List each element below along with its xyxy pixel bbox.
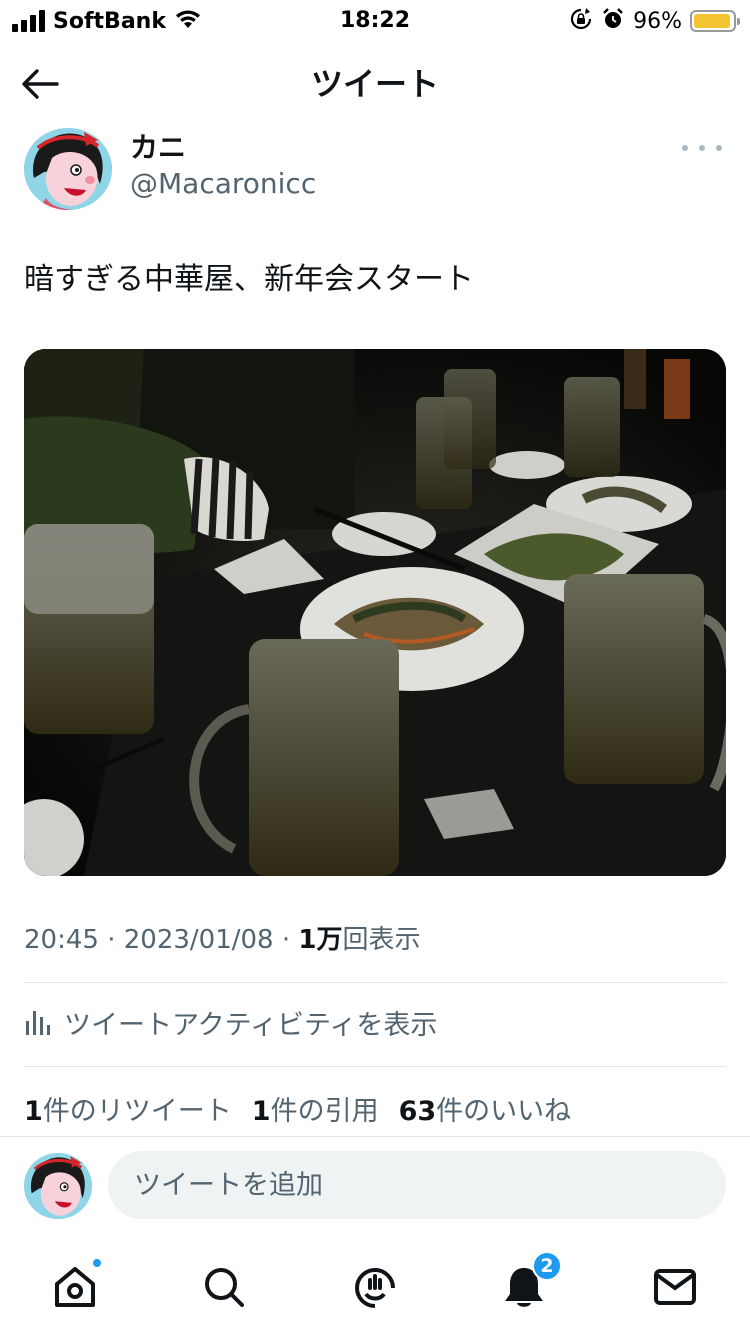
tab-spaces[interactable]	[345, 1259, 405, 1315]
alarm-icon	[601, 7, 625, 35]
reply-input[interactable]	[108, 1151, 726, 1219]
battery-icon	[690, 10, 740, 32]
likes-count: 63	[398, 1095, 437, 1127]
retweets-count: 1	[24, 1095, 43, 1127]
tweet-photo[interactable]	[24, 349, 726, 876]
author-avatar[interactable]	[24, 128, 112, 210]
meta-separator: ·	[281, 925, 291, 955]
battery-level	[694, 14, 731, 28]
status-bar-right: 96%	[569, 6, 740, 36]
tweet-date: 2023/01/08	[123, 925, 274, 955]
retweets-stat[interactable]: 1件のリツイート	[24, 1089, 232, 1128]
reply-bar	[0, 1137, 750, 1237]
tweet-stats: 1件のリツイート 1件の引用 63件のいいね	[24, 1086, 571, 1130]
header: ツイート	[0, 42, 750, 128]
spaces-icon	[355, 1268, 395, 1308]
status-bar: SoftBank 18:22 96%	[0, 0, 750, 42]
home-notification-dot	[91, 1257, 103, 1269]
tab-messages[interactable]	[645, 1259, 705, 1315]
quotes-label: 件の引用	[270, 1095, 379, 1127]
tab-search[interactable]	[194, 1259, 254, 1315]
bar-chart-icon	[26, 1011, 50, 1035]
page-title: ツイート	[310, 65, 439, 103]
more-horizontal-icon	[682, 145, 688, 151]
tweet-time: 20:45	[24, 925, 99, 955]
meta-separator: ·	[107, 925, 116, 955]
author-name[interactable]: カニ	[130, 130, 186, 166]
activity-label: ツイートアクティビティを表示	[64, 1009, 438, 1041]
notifications-badge: 2	[532, 1251, 562, 1281]
more-options-button[interactable]	[682, 136, 722, 160]
tweet-text: 暗すぎる中華屋、新年会スタート	[24, 262, 474, 297]
quotes-stat[interactable]: 1件の引用	[252, 1089, 379, 1128]
search-icon	[205, 1268, 244, 1307]
tab-bar: 2	[0, 1237, 750, 1334]
likes-stat[interactable]: 63件のいいね	[399, 1089, 572, 1128]
likes-label: 件のいいね	[436, 1095, 572, 1127]
more-dot	[716, 145, 722, 151]
user-avatar[interactable]	[24, 1153, 92, 1219]
tweet-meta: 20:45 · 2023/01/08 · 1万回表示	[24, 920, 421, 960]
views-label: 回表示	[342, 925, 421, 955]
divider	[24, 1066, 726, 1067]
more-dot	[699, 145, 705, 151]
divider	[24, 982, 726, 983]
messages-icon	[654, 1269, 696, 1305]
tab-notifications[interactable]: 2	[494, 1251, 562, 1315]
home-icon	[55, 1267, 95, 1307]
views-count: 1万	[298, 925, 343, 955]
author-handle[interactable]: @Macaronicc	[130, 166, 316, 202]
retweets-label: 件のリツイート	[42, 1095, 232, 1127]
tweet-activity-link[interactable]: ツイートアクティビティを表示	[24, 1000, 437, 1044]
tab-home[interactable]	[45, 1257, 105, 1315]
quotes-count: 1	[251, 1095, 271, 1127]
battery-percent: 96%	[633, 8, 682, 34]
tweet-author: カニ @Macaronicc	[24, 128, 726, 216]
rotation-lock-icon	[569, 7, 593, 35]
